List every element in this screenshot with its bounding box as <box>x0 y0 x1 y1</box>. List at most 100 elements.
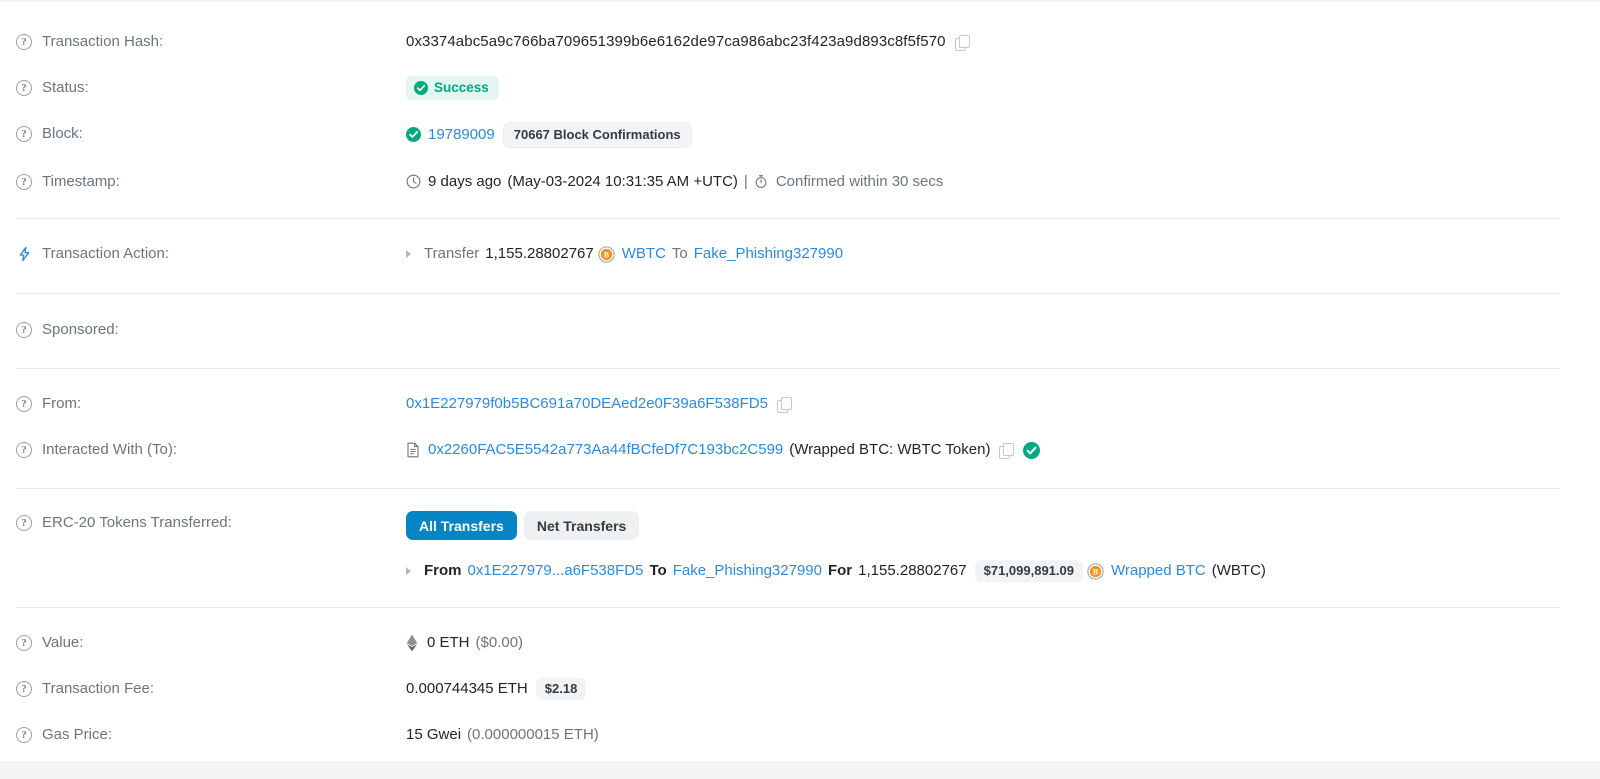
from-address-link[interactable]: 0x1E227979f0b5BC691a70DEAed2e0F39a6F538F… <box>406 392 768 416</box>
tab-net-transfers[interactable]: Net Transfers <box>523 511 640 540</box>
wbtc-token-icon: B <box>598 245 615 263</box>
row-sponsored: ? Sponsored: <box>16 318 1584 342</box>
help-icon[interactable]: ? <box>16 34 32 50</box>
action-amount: 1,155.28802767 <box>485 245 594 262</box>
value-transaction-fee: 0.000744345 ETH $2.18 <box>406 677 1584 701</box>
label-text: Transaction Hash: <box>42 33 164 50</box>
row-gas-price: ? Gas Price: 15 Gwei (0.000000015 ETH) <box>16 723 1584 747</box>
block-confirmed-icon <box>406 127 421 143</box>
help-icon[interactable]: ? <box>16 174 32 190</box>
block-number-link[interactable]: 19789009 <box>428 123 495 147</box>
value-status: Success <box>406 76 1584 100</box>
help-icon[interactable]: ? <box>16 80 32 96</box>
value-transaction-action: Transfer 1,155.28802767 B WBTC To Fake_P… <box>406 242 1584 266</box>
row-from: ? From: 0x1E227979f0b5BC691a70DEAed2e0F3… <box>16 392 1584 416</box>
row-interacted-with: ? Interacted With (To): 0x2260FAC5E5542a… <box>16 438 1584 462</box>
value-erc20-transfers: All Transfers Net Transfers From 0x1E227… <box>406 511 1584 583</box>
value-transaction-hash: 0x3374abc5a9c766ba709651399b6e6162de97ca… <box>406 30 1584 54</box>
transfer-from-word: From <box>424 562 462 579</box>
label-gas-price: ? Gas Price: <box>16 723 406 747</box>
transfer-token-symbol: (WBTC) <box>1211 562 1266 579</box>
interacted-address-link[interactable]: 0x2260FAC5E5542a773Aa44fBCfeDf7C193bc2C5… <box>428 438 783 462</box>
transfer-item: From 0x1E227979...a6F538FD5 To Fake_Phis… <box>406 559 1584 583</box>
transfer-token-name-link[interactable]: Wrapped BTC <box>1111 559 1206 583</box>
transfer-from-address-link[interactable]: 0x1E227979...a6F538FD5 <box>468 559 644 583</box>
label-from: ? From: <box>16 392 406 416</box>
label-interacted-with: ? Interacted With (To): <box>16 438 406 462</box>
fee-amount: 0.000744345 ETH <box>406 680 528 697</box>
help-icon[interactable]: ? <box>16 635 32 651</box>
help-icon[interactable]: ? <box>16 442 32 458</box>
label-text: Status: <box>42 79 89 96</box>
label-text: Sponsored: <box>42 321 119 338</box>
help-icon[interactable]: ? <box>16 322 32 338</box>
label-text: ERC-20 Tokens Transferred: <box>42 514 232 531</box>
copy-icon[interactable] <box>999 442 1015 459</box>
contract-document-icon <box>406 442 420 458</box>
transfer-to-word: To <box>649 562 667 579</box>
action-verb: Transfer <box>424 245 480 262</box>
tab-all-transfers[interactable]: All Transfers <box>406 511 517 540</box>
help-icon[interactable]: ? <box>16 727 32 743</box>
timestamp-divider: | <box>743 173 748 190</box>
label-timestamp: ? Timestamp: <box>16 170 406 194</box>
action-recipient-link[interactable]: Fake_Phishing327990 <box>694 242 843 266</box>
verified-contract-icon <box>1023 441 1041 459</box>
transfer-to-name-link[interactable]: Fake_Phishing327990 <box>673 559 822 583</box>
action-to-word: To <box>671 245 688 262</box>
value-eth-value: 0 ETH ($0.00) <box>406 631 1584 655</box>
block-confirmations-badge: 70667 Block Confirmations <box>502 122 692 148</box>
copy-icon[interactable] <box>776 396 792 413</box>
row-value: ? Value: 0 ETH ($0.00) <box>16 631 1584 655</box>
transfer-for-word: For <box>827 562 853 579</box>
value-sponsored <box>406 318 1584 342</box>
label-transaction-fee: ? Transaction Fee: <box>16 677 406 701</box>
transfer-usd-badge: $71,099,891.09 <box>974 560 1083 582</box>
label-text: Gas Price: <box>42 726 113 743</box>
footer-strip <box>0 762 1600 779</box>
help-icon[interactable]: ? <box>16 126 32 142</box>
action-token-link[interactable]: WBTC <box>622 242 666 266</box>
transaction-details-page: ? Transaction Hash: 0x3374abc5a9c766ba70… <box>0 0 1600 779</box>
copy-icon[interactable] <box>954 34 970 51</box>
stopwatch-icon <box>754 174 769 190</box>
help-icon[interactable]: ? <box>16 396 32 412</box>
wbtc-token-icon: B <box>1087 562 1104 580</box>
label-text: Block: <box>42 125 83 142</box>
row-transaction-action: Transaction Action: Transfer 1,155.28802… <box>16 242 1584 266</box>
ethereum-diamond-icon <box>406 634 419 652</box>
label-status: ? Status: <box>16 76 406 100</box>
expand-caret-icon[interactable] <box>406 567 416 575</box>
label-text: Transaction Action: <box>42 245 170 262</box>
label-text: From: <box>42 395 82 412</box>
timestamp-absolute: (May-03-2024 10:31:35 AM +UTC) <box>507 173 738 190</box>
value-interacted-with: 0x2260FAC5E5542a773Aa44fBCfeDf7C193bc2C5… <box>406 438 1584 462</box>
row-block: ? Block: 19789009 70667 Block Confirmati… <box>16 122 1584 148</box>
value-timestamp: 9 days ago (May-03-2024 10:31:35 AM +UTC… <box>406 170 1584 194</box>
label-text: Timestamp: <box>42 173 120 190</box>
transaction-hash-value: 0x3374abc5a9c766ba709651399b6e6162de97ca… <box>406 33 946 50</box>
label-text: Interacted With (To): <box>42 441 178 458</box>
top-edge-strip <box>0 0 1600 2</box>
value-amount: 0 ETH <box>427 634 470 651</box>
expand-caret-icon[interactable] <box>406 250 416 258</box>
row-erc20-transfers: ? ERC-20 Tokens Transferred: All Transfe… <box>16 511 1584 583</box>
label-sponsored: ? Sponsored: <box>16 318 406 342</box>
gas-price-eth: (0.000000015 ETH) <box>467 726 599 743</box>
svg-text:B: B <box>604 250 610 259</box>
label-text: Value: <box>42 634 84 651</box>
row-transaction-fee: ? Transaction Fee: 0.000744345 ETH $2.18 <box>16 677 1584 701</box>
status-text: Success <box>434 80 489 95</box>
timestamp-relative: 9 days ago <box>428 173 502 190</box>
fee-usd-badge: $2.18 <box>535 678 587 700</box>
help-icon[interactable]: ? <box>16 681 32 697</box>
value-usd: ($0.00) <box>475 634 524 651</box>
transfer-tabs: All Transfers Net Transfers <box>406 511 1584 540</box>
row-status: ? Status: Success <box>16 76 1584 100</box>
row-transaction-hash: ? Transaction Hash: 0x3374abc5a9c766ba70… <box>16 30 1584 54</box>
help-icon[interactable]: ? <box>16 515 32 531</box>
clock-icon <box>406 174 421 190</box>
label-text: Transaction Fee: <box>42 680 154 697</box>
svg-text:B: B <box>1093 567 1099 576</box>
value-gas-price: 15 Gwei (0.000000015 ETH) <box>406 723 1584 747</box>
